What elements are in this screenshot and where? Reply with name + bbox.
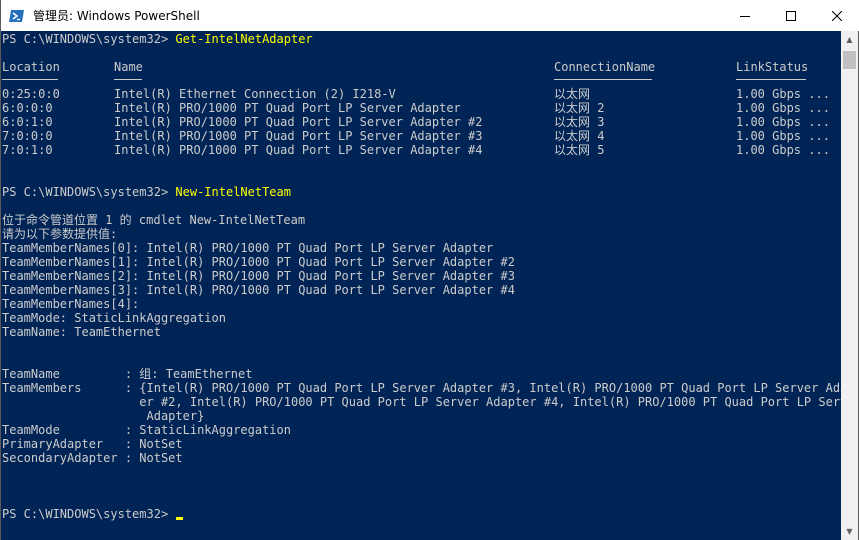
table-cell-connectionname: 以太网 5 (554, 143, 605, 157)
table-cell-location: 0:25:0:0 (2, 87, 60, 101)
header-underline-name (114, 79, 142, 80)
table-cell-name: Intel(R) PRO/1000 PT Quad Port LP Server… (114, 143, 483, 157)
title-bar[interactable]: 管理员: Windows PowerShell (1, 0, 859, 31)
parameter-line: TeamMemberNames[3]: Intel(R) PRO/1000 PT… (2, 283, 515, 297)
table-cell-linkstatus: 1.00 Gbps ... (736, 101, 830, 115)
table-cell-name: Intel(R) PRO/1000 PT Quad Port LP Server… (114, 115, 483, 129)
table-cell-name: Intel(R) PRO/1000 PT Quad Port LP Server… (114, 101, 461, 115)
table-cell-location: 6:0:1:0 (2, 115, 53, 129)
prompt: PS C:\WINDOWS\system32> (2, 507, 176, 521)
result-line: er #2, Intel(R) PRO/1000 PT Quad Port LP… (2, 395, 842, 409)
table-cell-name: Intel(R) PRO/1000 PT Quad Port LP Server… (114, 129, 483, 143)
window-title: 管理员: Windows PowerShell (33, 9, 200, 23)
table-cell-connectionname: 以太网 (554, 87, 591, 101)
table-cell-name: Intel(R) Ethernet Connection (2) I218-V (114, 87, 396, 101)
parameter-prompt-request: 请为以下参数提供值: (2, 227, 118, 241)
command-get-intelnetadapter: Get-IntelNetAdapter (175, 32, 313, 46)
result-line: SecondaryAdapter : NotSet (2, 451, 183, 465)
header-underline-location (2, 79, 58, 80)
result-line: TeamName : 组: TeamEthernet (2, 367, 253, 381)
vertical-scrollbar[interactable]: ▲ ▼ (841, 31, 858, 540)
maximize-icon (786, 10, 796, 21)
result-line: TeamMode : StaticLinkAggregation (2, 423, 291, 437)
result-line: PrimaryAdapter : NotSet (2, 437, 183, 451)
prompt-line-3[interactable]: PS C:\WINDOWS\system32> (2, 507, 184, 521)
table-cell-location: 6:0:0:0 (2, 101, 53, 115)
command-new-intelnetteam: New-IntelNetTeam (175, 185, 291, 199)
header-connectionname: ConnectionName (554, 60, 656, 74)
table-cell-linkstatus: 1.00 Gbps ... (736, 87, 830, 101)
parameter-line: TeamName: TeamEthernet (2, 325, 161, 339)
powershell-window: 管理员: Windows PowerShell PS C:\WINDOWS\sy… (0, 0, 859, 540)
parameter-line: TeamMemberNames[2]: Intel(R) PRO/1000 PT… (2, 269, 515, 283)
table-cell-location: 7:0:1:0 (2, 143, 53, 157)
parameter-prompt-header: 位于命令管道位置 1 的 cmdlet New-IntelNetTeam (2, 213, 306, 227)
header-location: Location (2, 60, 60, 74)
table-cell-connectionname: 以太网 2 (554, 101, 605, 115)
console-output[interactable]: PS C:\WINDOWS\system32> Get-IntelNetAdap… (1, 31, 842, 540)
scroll-up-arrow-icon[interactable]: ▲ (841, 31, 858, 48)
scroll-down-arrow-icon[interactable]: ▼ (841, 523, 858, 540)
minimize-icon (740, 15, 750, 17)
header-name: Name (114, 60, 143, 74)
table-cell-connectionname: 以太网 3 (554, 115, 605, 129)
header-underline-connectionname (554, 79, 652, 80)
table-cell-linkstatus: 1.00 Gbps ... (736, 115, 830, 129)
prompt: PS C:\WINDOWS\system32> (2, 32, 176, 46)
parameter-line: TeamMode: StaticLinkAggregation (2, 311, 226, 325)
close-button[interactable] (814, 0, 859, 31)
header-underline-linkstatus (736, 79, 806, 80)
parameter-line: TeamMemberNames[0]: Intel(R) PRO/1000 PT… (2, 241, 494, 255)
parameter-line: TeamMemberNames[4]: (2, 297, 140, 311)
minimize-button[interactable] (722, 0, 768, 31)
powershell-icon (9, 8, 25, 24)
result-line: Adapter} (2, 409, 205, 423)
scrollbar-thumb[interactable] (843, 51, 856, 69)
prompt-line-1: PS C:\WINDOWS\system32> Get-IntelNetAdap… (2, 32, 313, 46)
prompt-line-2: PS C:\WINDOWS\system32> New-IntelNetTeam (2, 185, 291, 199)
table-cell-connectionname: 以太网 4 (554, 129, 605, 143)
window-controls (722, 0, 859, 31)
header-linkstatus: LinkStatus (736, 60, 809, 74)
table-cell-linkstatus: 1.00 Gbps ... (736, 143, 830, 157)
prompt: PS C:\WINDOWS\system32> (2, 185, 176, 199)
table-cell-location: 7:0:0:0 (2, 129, 53, 143)
table-cell-linkstatus: 1.00 Gbps ... (736, 129, 830, 143)
text-cursor (176, 517, 184, 520)
maximize-button[interactable] (768, 0, 814, 31)
result-line: TeamMembers : {Intel(R) PRO/1000 PT Quad… (2, 381, 842, 395)
close-icon (832, 10, 842, 21)
parameter-line: TeamMemberNames[1]: Intel(R) PRO/1000 PT… (2, 255, 515, 269)
